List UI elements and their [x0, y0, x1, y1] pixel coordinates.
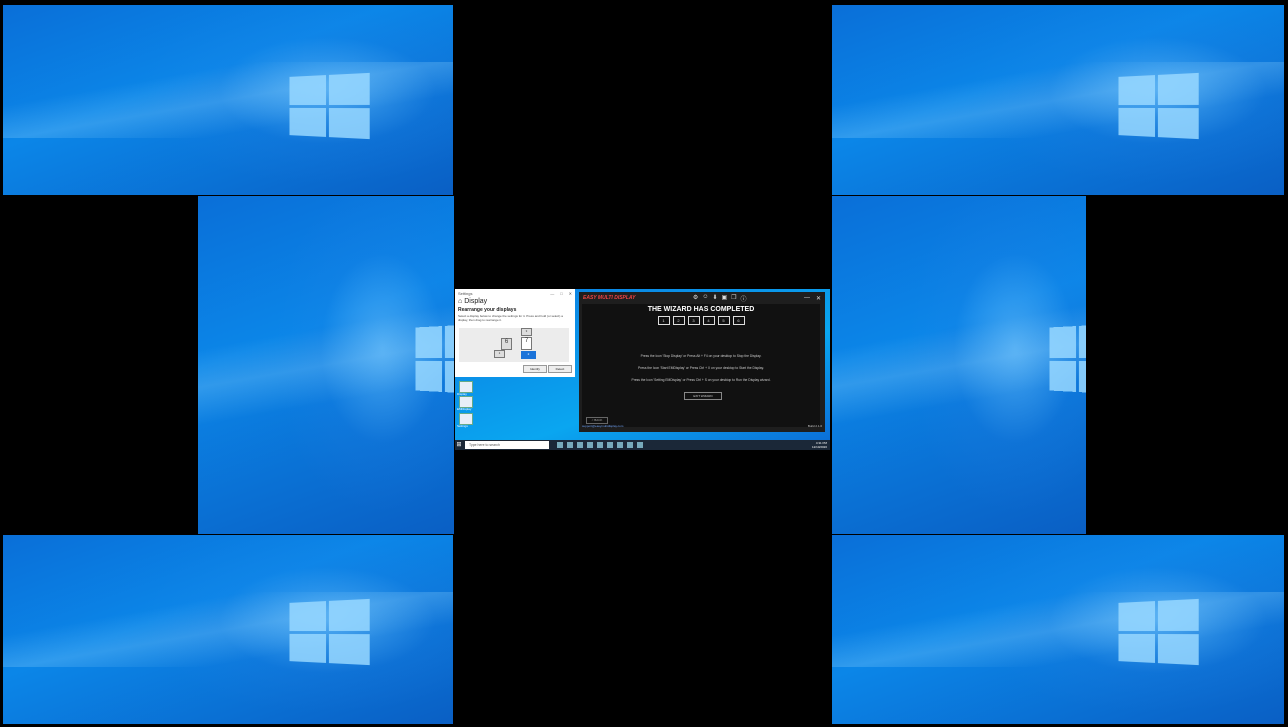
wizard-step[interactable]: 5: [717, 316, 730, 325]
mail-icon[interactable]: [597, 442, 603, 448]
start-button[interactable]: ⊞: [455, 440, 463, 450]
app-logo: EASY MULTI DISPLAY: [583, 295, 636, 301]
display-icon[interactable]: ▣: [721, 294, 727, 303]
user-icon[interactable]: ☺: [702, 294, 708, 303]
store-icon[interactable]: [587, 442, 593, 448]
instruction-setting: Press the Icon 'Setting EMDisplay' or Pr…: [631, 378, 771, 382]
instruction-start: Press the Icon 'Start EMDisplay' or Pres…: [638, 366, 764, 370]
windows-logo-icon: [1118, 72, 1199, 140]
monitor-6[interactable]: 6: [501, 338, 512, 350]
monitor-1[interactable]: 1: [494, 350, 505, 358]
section-description: Select a display below to change the set…: [458, 314, 563, 322]
status-email[interactable]: support@easymultidisplay.com: [582, 424, 623, 428]
maximize-button[interactable]: □: [560, 291, 562, 296]
window-icon[interactable]: ❐: [731, 294, 736, 303]
main-desktop-screen: Settings — □ ✕ ⌂ Display Rearrange your …: [455, 289, 830, 450]
windows-logo-icon: [289, 72, 370, 140]
home-icon[interactable]: ⌂: [458, 298, 462, 305]
black-region: [455, 535, 831, 724]
wallpaper-bottom-left: [3, 535, 453, 724]
clock-date: 12/10/2020: [811, 445, 827, 449]
minimize-button[interactable]: —: [550, 291, 554, 296]
taskbar-search-input[interactable]: Type here to search: [465, 441, 549, 449]
wizard-step[interactable]: 3: [687, 316, 700, 325]
taskbar: ⊞ Type here to search 4:31 PM 12/10/2020: [455, 440, 830, 450]
easy-multi-display-window[interactable]: EASY MULTI DISPLAY ⚙ ☺ ⬇ ▣ ❐ ⓘ — ✕ THE W…: [579, 292, 825, 432]
app-minimize-button[interactable]: —: [804, 295, 810, 302]
monitor-2-selected[interactable]: 2: [521, 351, 536, 359]
windows-logo-icon: [1118, 598, 1199, 666]
settings-window[interactable]: Settings — □ ✕ ⌂ Display Rearrange your …: [455, 289, 575, 377]
info-icon[interactable]: ⓘ: [741, 294, 747, 303]
desktop-icon-label: EMDisplay: [457, 407, 472, 411]
app-toolbar: ⚙ ☺ ⬇ ▣ ❐ ⓘ: [693, 294, 747, 303]
status-version: Build 2.1.0: [807, 424, 822, 428]
wizard-step[interactable]: 4: [702, 316, 715, 325]
monitor-3[interactable]: 3: [521, 328, 532, 336]
wallpaper-bottom-right: [832, 535, 1284, 724]
network-app-icon[interactable]: [637, 442, 643, 448]
close-button[interactable]: ✕: [569, 291, 572, 296]
taskbar-clock[interactable]: 4:31 PM 12/10/2020: [812, 441, 830, 449]
wizard-steps: 1 2 3 4 5 6: [582, 316, 820, 325]
detect-button[interactable]: Detect: [548, 365, 572, 373]
display-arrangement-area[interactable]: 6 7 3 1 2: [459, 328, 569, 362]
wallpaper-top-right: [832, 5, 1284, 195]
wizard-step[interactable]: 2: [672, 316, 685, 325]
black-region: [1087, 196, 1284, 534]
task-view-icon[interactable]: [557, 442, 563, 448]
file-explorer-icon[interactable]: [577, 442, 583, 448]
wallpaper-mid-left: [198, 196, 454, 534]
app-icon[interactable]: [607, 442, 613, 448]
monitor-7[interactable]: 7: [521, 337, 532, 350]
wizard-step[interactable]: 1: [657, 316, 670, 325]
wizard-heading: THE WIZARD HAS COMPLETED: [647, 306, 755, 313]
exit-wizard-button[interactable]: EXIT WIZARD: [684, 392, 722, 400]
desktop-icon-label: Settings: [457, 424, 468, 428]
download-icon[interactable]: ⬇: [712, 294, 717, 303]
identify-button[interactable]: Identify: [523, 365, 547, 373]
settings-app-icon[interactable]: [617, 442, 623, 448]
wallpaper-top-left: [3, 5, 453, 195]
settings-icon[interactable]: ⚙: [693, 294, 698, 303]
black-region: [455, 5, 831, 289]
windows-logo-icon: [1049, 324, 1086, 394]
app-close-button[interactable]: ✕: [816, 295, 821, 302]
wizard-step[interactable]: 6: [732, 316, 745, 325]
page-title: ⌂ Display: [455, 297, 575, 306]
emdisplay-taskbar-icon[interactable]: [627, 442, 633, 448]
wallpaper-mid-right: [832, 196, 1086, 534]
edge-icon[interactable]: [567, 442, 573, 448]
back-button[interactable]: < BACK: [586, 417, 608, 424]
wizard-panel: THE WIZARD HAS COMPLETED 1 2 3 4 5 6 Pre…: [582, 304, 820, 427]
page-title-text: Display: [464, 298, 488, 305]
section-heading: Rearrange your displays: [458, 307, 517, 313]
instruction-stop: Press the Icon 'Stop Display' or Press A…: [640, 354, 762, 358]
windows-logo-icon: [415, 324, 454, 394]
app-title-bar[interactable]: EASY MULTI DISPLAY ⚙ ☺ ⬇ ▣ ❐ ⓘ — ✕: [579, 292, 825, 304]
black-region: [3, 196, 198, 534]
settings-title-bar[interactable]: Settings — □ ✕: [455, 289, 575, 297]
black-region: [455, 450, 831, 534]
windows-logo-icon: [289, 598, 370, 666]
settings-title-text: Settings: [458, 290, 473, 296]
